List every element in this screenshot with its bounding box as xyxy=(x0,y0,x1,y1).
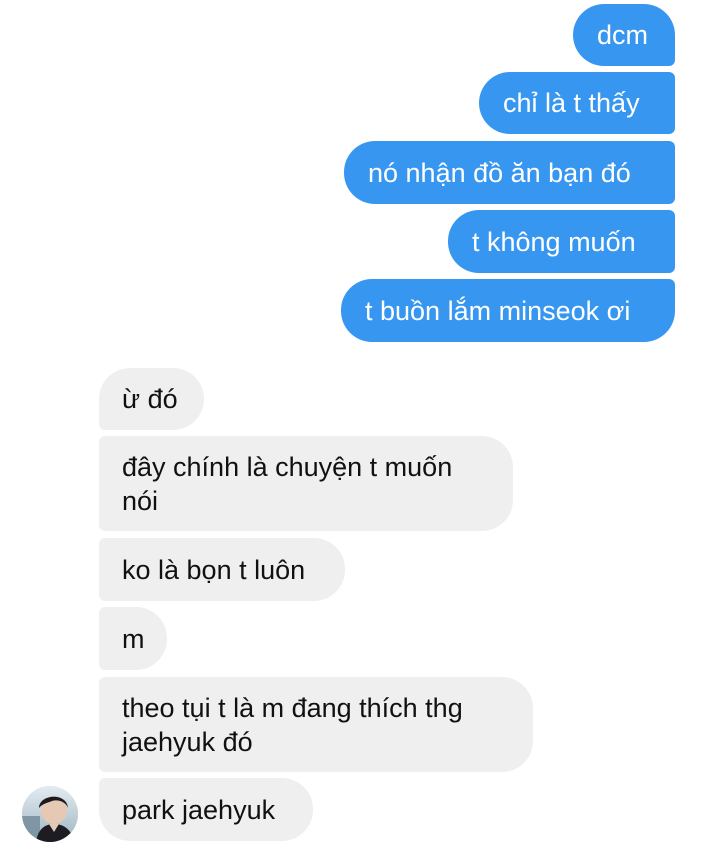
message-text: chỉ là t thấy xyxy=(503,88,640,118)
message-line: jaehyuk đó xyxy=(122,727,253,757)
message-line: nói xyxy=(122,486,159,516)
message-line: theo tụi t là m đang thích thg xyxy=(122,693,463,723)
message-line: đây chính là chuyện t muốn xyxy=(122,452,453,482)
message-text: m xyxy=(122,623,145,654)
message-text: t không muốn xyxy=(472,226,636,257)
message-text: nó nhận đồ ăn bạn đó xyxy=(368,157,631,188)
message-text: dcm xyxy=(597,20,649,50)
received-message-bubble[interactable]: theo tụi t là m đang thích thg jaehyuk đ… xyxy=(99,677,533,772)
message-text: ko là bọn t luôn xyxy=(122,554,306,585)
received-message-bubble[interactable]: m xyxy=(99,607,167,670)
received-message-bubble[interactable]: đây chính là chuyện t muốn nói xyxy=(99,436,513,531)
received-message-bubble[interactable]: ko là bọn t luôn xyxy=(99,538,345,601)
received-message-bubble[interactable]: park jaehyuk xyxy=(99,778,313,841)
sent-message-bubble[interactable]: dcm xyxy=(573,4,675,66)
sent-message-bubble[interactable]: chỉ là t thấy xyxy=(479,72,675,134)
sent-message-bubble[interactable]: t không muốn xyxy=(448,210,675,273)
message-text: t buồn lắm minseok ơi xyxy=(365,295,631,326)
received-message-bubble[interactable]: ừ đó xyxy=(99,368,204,430)
sent-message-bubble[interactable]: nó nhận đồ ăn bạn đó xyxy=(344,141,675,204)
avatar[interactable] xyxy=(22,786,78,842)
message-text: park jaehyuk xyxy=(122,794,276,825)
avatar-image xyxy=(22,786,78,842)
message-text: theo tụi t là m đang thích thg jaehyuk đ… xyxy=(122,691,463,759)
sent-message-bubble[interactable]: t buồn lắm minseok ơi xyxy=(341,279,675,342)
message-text: ừ đó xyxy=(122,384,178,414)
message-text: đây chính là chuyện t muốn nói xyxy=(122,450,452,518)
